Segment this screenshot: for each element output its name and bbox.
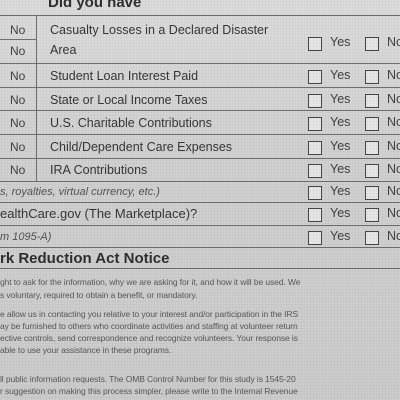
paragraph-line: ay be furnished to others who coordinate…	[0, 321, 298, 331]
paragraph-line: ght to ask for the information, why we a…	[0, 277, 301, 287]
no-checkbox[interactable]	[365, 141, 379, 155]
yes-checkbox[interactable]	[308, 94, 322, 108]
yes-checkbox[interactable]	[308, 141, 322, 155]
no-answer-text: No	[10, 140, 26, 154]
row-label: Student Loan Interest Paid	[50, 69, 199, 83]
no-checkbox[interactable]	[365, 117, 379, 131]
no-answer-text: No	[10, 163, 26, 177]
divider	[0, 202, 400, 203]
divider	[0, 268, 400, 269]
row-label: s, royalties, virtual currency, etc.)	[0, 186, 160, 198]
no-answer-text: No	[10, 93, 26, 107]
no-answer-text: No	[10, 44, 26, 58]
no-label: No	[387, 68, 400, 82]
no-answer-text: No	[10, 116, 26, 130]
yes-label: Yes	[330, 35, 351, 49]
no-label: No	[387, 35, 400, 49]
yes-label: Yes	[330, 229, 351, 243]
no-label: No	[387, 206, 400, 220]
paragraph-line: able to use your assistance in these pro…	[0, 345, 172, 355]
section-title: rk Reduction Act Notice	[0, 250, 170, 267]
divider	[0, 134, 400, 135]
divider	[0, 39, 36, 40]
yes-label: Yes	[330, 115, 351, 129]
row-label: ealthCare.gov (The Marketplace)?	[0, 206, 198, 221]
no-checkbox[interactable]	[365, 186, 379, 200]
no-answer-text: No	[10, 23, 26, 37]
divider	[0, 247, 400, 248]
yes-label: Yes	[330, 68, 351, 82]
paragraph-line: e allow us in contacting you relative to…	[0, 309, 299, 319]
divider	[0, 87, 400, 88]
yes-label: Yes	[330, 206, 351, 220]
no-label: No	[387, 229, 400, 243]
row-label: Casualty Losses in a Declared Disaster	[50, 23, 269, 37]
paragraph-line: ective controls, send correspondence and…	[0, 333, 298, 343]
no-checkbox[interactable]	[365, 231, 379, 245]
yes-label: Yes	[330, 139, 351, 153]
divider	[0, 225, 400, 226]
row-label: IRA Contributions	[50, 163, 148, 177]
yes-checkbox[interactable]	[308, 164, 322, 178]
yes-checkbox[interactable]	[308, 208, 322, 222]
paragraph-line: r suggestion on making this process simp…	[0, 386, 298, 396]
no-checkbox[interactable]	[365, 70, 379, 84]
yes-label: Yes	[330, 162, 351, 176]
row-label: Area	[50, 43, 77, 57]
no-checkbox[interactable]	[365, 94, 379, 108]
divider	[0, 110, 400, 111]
row-label: m 1095-A)	[0, 231, 52, 243]
no-label: No	[387, 184, 400, 198]
no-answer-text: No	[10, 69, 26, 83]
yes-checkbox[interactable]	[308, 231, 322, 245]
row-label: U.S. Charitable Contributions	[50, 116, 212, 130]
no-checkbox[interactable]	[365, 164, 379, 178]
intake-form-page: Did you have No No Casualty Losses in a …	[0, 0, 400, 400]
yes-checkbox[interactable]	[308, 70, 322, 84]
yes-checkbox[interactable]	[308, 117, 322, 131]
no-checkbox[interactable]	[365, 208, 379, 222]
divider	[0, 15, 400, 16]
paragraph-line: ll public information requests. The OMB …	[0, 374, 296, 384]
no-label: No	[387, 115, 400, 129]
divider	[0, 63, 400, 64]
no-label: No	[387, 162, 400, 176]
yes-label: Yes	[330, 92, 351, 106]
section-header: Did you have	[48, 0, 142, 11]
row-label: State or Local Income Taxes	[50, 93, 208, 107]
no-label: No	[387, 139, 400, 153]
no-checkbox[interactable]	[365, 37, 379, 51]
yes-checkbox[interactable]	[308, 186, 322, 200]
no-label: No	[387, 92, 400, 106]
divider	[0, 181, 400, 182]
yes-label: Yes	[330, 184, 351, 198]
divider	[0, 158, 400, 159]
column-divider	[36, 15, 37, 182]
yes-checkbox[interactable]	[308, 37, 322, 51]
paragraph-line: s voluntary, required to obtain a benefi…	[0, 290, 198, 300]
row-label: Child/Dependent Care Expenses	[50, 140, 233, 154]
